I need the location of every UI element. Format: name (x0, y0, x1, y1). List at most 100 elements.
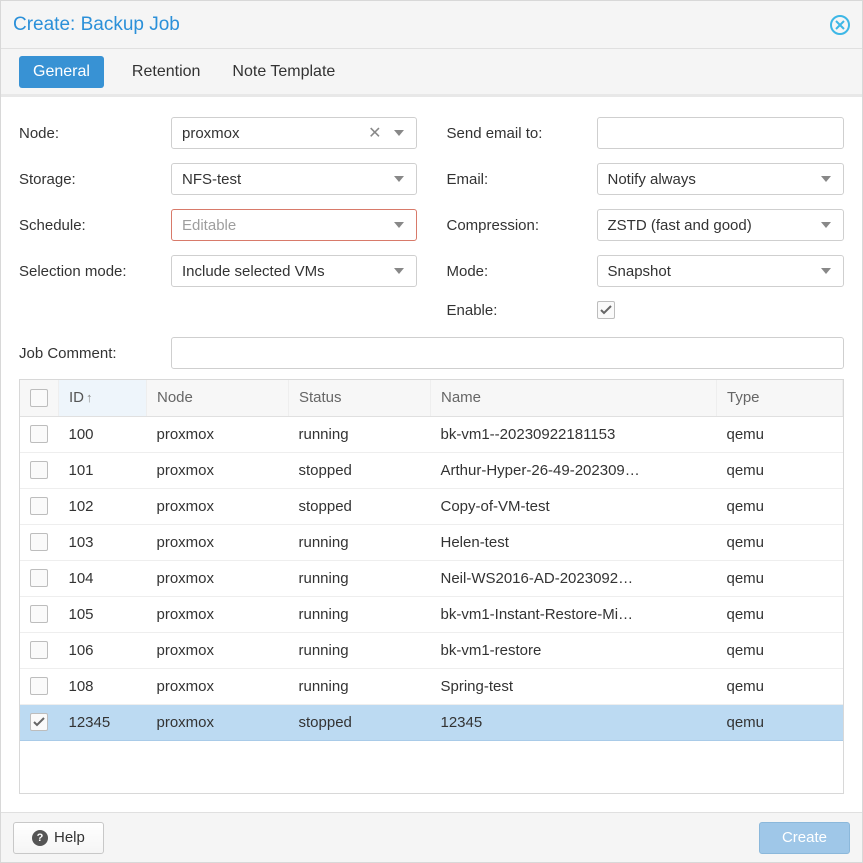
schedule-value: Editable (182, 217, 388, 234)
cell-name: Copy-of-VM-test (431, 488, 717, 524)
cell-name: 12345 (431, 704, 717, 740)
cell-name: Helen-test (431, 524, 717, 560)
help-icon: ? (32, 830, 48, 846)
row-checkbox[interactable] (30, 461, 48, 479)
tabbar: General Retention Note Template (1, 49, 862, 97)
dialog-title: Create: Backup Job (13, 14, 180, 36)
send-email-to-input[interactable] (608, 118, 838, 148)
cell-id: 100 (59, 416, 147, 452)
cell-status: running (289, 668, 431, 704)
create-button[interactable]: Create (759, 822, 850, 854)
chevron-down-icon (815, 222, 837, 228)
cell-name: Neil-WS2016-AD-2023092… (431, 560, 717, 596)
job-comment-input[interactable] (182, 338, 837, 368)
column-name[interactable]: Name (431, 380, 717, 416)
row-checkbox[interactable] (30, 677, 48, 695)
cell-id: 104 (59, 560, 147, 596)
select-all-checkbox[interactable] (30, 389, 48, 407)
selection-mode-field[interactable]: Include selected VMs (171, 255, 417, 287)
table-row[interactable]: 108proxmoxrunningSpring-testqemu (20, 668, 843, 704)
selection-mode-label: Selection mode: (19, 263, 171, 280)
cell-id: 102 (59, 488, 147, 524)
cell-status: running (289, 560, 431, 596)
table-row[interactable]: 102proxmoxstoppedCopy-of-VM-testqemu (20, 488, 843, 524)
column-type[interactable]: Type (717, 380, 843, 416)
schedule-label: Schedule: (19, 217, 171, 234)
form-right-column: Send email to: Email: Notify always Comp… (447, 117, 845, 319)
table-row[interactable]: 105proxmoxrunningbk-vm1-Instant-Restore-… (20, 596, 843, 632)
cell-node: proxmox (147, 488, 289, 524)
table-header-row: ID↑ Node Status Name Type (20, 380, 843, 416)
node-value: proxmox (182, 125, 362, 142)
clear-icon[interactable]: ✕ (362, 123, 387, 143)
cell-name: bk-vm1-Instant-Restore-Mi… (431, 596, 717, 632)
cell-id: 106 (59, 632, 147, 668)
row-checkbox[interactable] (30, 713, 48, 731)
email-field[interactable]: Notify always (597, 163, 845, 195)
enable-checkbox[interactable] (597, 301, 615, 319)
node-field[interactable]: proxmox ✕ (171, 117, 417, 149)
table-row[interactable]: 100proxmoxrunningbk-vm1--20230922181153q… (20, 416, 843, 452)
row-checkbox[interactable] (30, 497, 48, 515)
cell-id: 108 (59, 668, 147, 704)
cell-type: qemu (717, 524, 843, 560)
table-row[interactable]: 106proxmoxrunningbk-vm1-restoreqemu (20, 632, 843, 668)
storage-field[interactable]: NFS-test (171, 163, 417, 195)
job-comment-field[interactable] (171, 337, 844, 369)
cell-id: 101 (59, 452, 147, 488)
column-node[interactable]: Node (147, 380, 289, 416)
row-checkbox[interactable] (30, 569, 48, 587)
titlebar: Create: Backup Job (1, 1, 862, 49)
row-checkbox[interactable] (30, 641, 48, 659)
row-checkbox[interactable] (30, 533, 48, 551)
table-row[interactable]: 101proxmoxstoppedArthur-Hyper-26-49-2023… (20, 452, 843, 488)
tab-retention[interactable]: Retention (128, 53, 205, 91)
cell-type: qemu (717, 668, 843, 704)
email-label: Email: (447, 171, 597, 188)
cell-name: bk-vm1-restore (431, 632, 717, 668)
mode-label: Mode: (447, 263, 597, 280)
cell-node: proxmox (147, 560, 289, 596)
vm-table: ID↑ Node Status Name Type 100proxmoxrunn… (19, 379, 844, 794)
chevron-down-icon (388, 222, 410, 228)
cell-name: Spring-test (431, 668, 717, 704)
chevron-down-icon (388, 130, 410, 136)
row-checkbox[interactable] (30, 605, 48, 623)
form-left-column: Node: proxmox ✕ Storage: NFS-test Schedu… (19, 117, 417, 319)
chevron-down-icon (815, 268, 837, 274)
send-email-to-label: Send email to: (447, 125, 597, 142)
mode-field[interactable]: Snapshot (597, 255, 845, 287)
table-row[interactable]: 12345proxmoxstopped12345qemu (20, 704, 843, 740)
cell-id: 105 (59, 596, 147, 632)
row-checkbox[interactable] (30, 425, 48, 443)
close-icon[interactable] (830, 15, 850, 35)
job-comment-label: Job Comment: (19, 345, 171, 362)
cell-type: qemu (717, 560, 843, 596)
tab-note-template[interactable]: Note Template (228, 53, 339, 91)
cell-type: qemu (717, 704, 843, 740)
select-all-header[interactable] (20, 380, 59, 416)
selection-mode-value: Include selected VMs (182, 263, 388, 280)
cell-node: proxmox (147, 452, 289, 488)
compression-field[interactable]: ZSTD (fast and good) (597, 209, 845, 241)
cell-node: proxmox (147, 632, 289, 668)
cell-status: running (289, 524, 431, 560)
schedule-field[interactable]: Editable (171, 209, 417, 241)
send-email-to-field[interactable] (597, 117, 845, 149)
mode-value: Snapshot (608, 263, 816, 280)
table-row[interactable]: 104proxmoxrunningNeil-WS2016-AD-2023092…… (20, 560, 843, 596)
cell-type: qemu (717, 596, 843, 632)
column-status[interactable]: Status (289, 380, 431, 416)
cell-node: proxmox (147, 524, 289, 560)
chevron-down-icon (815, 176, 837, 182)
tab-general[interactable]: General (19, 56, 104, 88)
column-id[interactable]: ID↑ (59, 380, 147, 416)
cell-id: 12345 (59, 704, 147, 740)
storage-value: NFS-test (182, 171, 388, 188)
email-value: Notify always (608, 171, 816, 188)
cell-id: 103 (59, 524, 147, 560)
table-row[interactable]: 103proxmoxrunningHelen-testqemu (20, 524, 843, 560)
dialog-footer: ? Help Create (1, 812, 862, 862)
help-button[interactable]: ? Help (13, 822, 104, 854)
cell-node: proxmox (147, 668, 289, 704)
